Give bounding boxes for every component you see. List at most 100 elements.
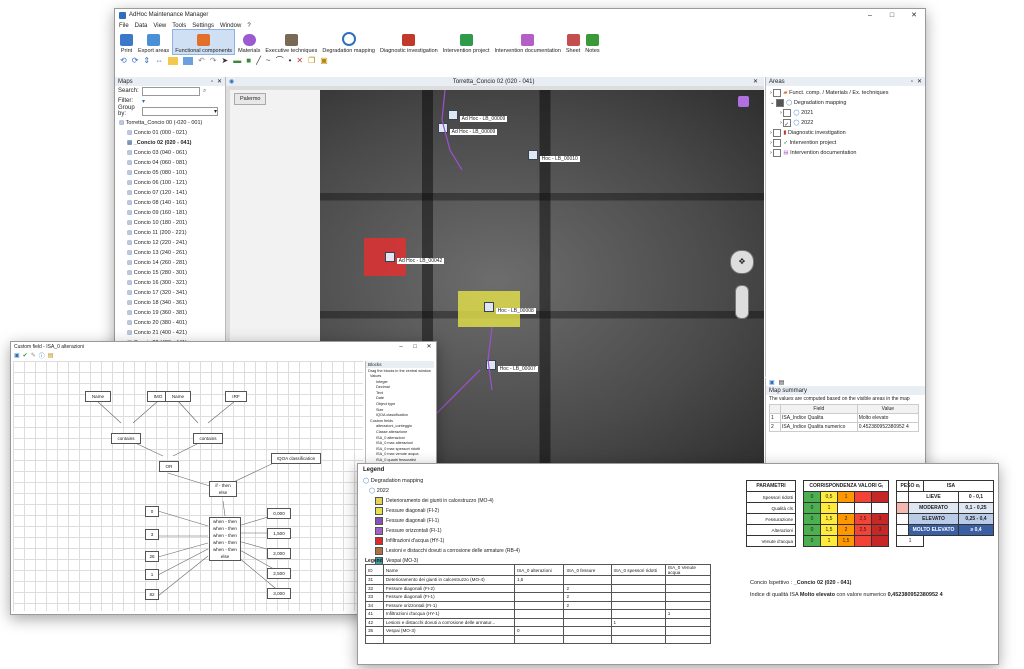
areas-item-degradation[interactable]: ⌄ ◯ Degradation mapping <box>770 98 921 108</box>
panel-close-icon[interactable]: ✕ <box>917 78 922 85</box>
map-list-item[interactable]: ▨ Concio 06 (100 - 121) <box>119 178 225 188</box>
map-layers-icon[interactable] <box>738 96 749 107</box>
node-irf[interactable]: IRF <box>225 391 247 402</box>
print-button[interactable]: Print <box>118 30 135 54</box>
map-list-item[interactable]: ▨ Concio 17 (320 - 341) <box>119 288 225 298</box>
node-left-value[interactable]: 26 <box>145 551 159 562</box>
close-button[interactable]: ✕ <box>422 343 436 350</box>
summary-tab-icon[interactable]: ▤ <box>779 379 785 386</box>
areas-item-2022[interactable]: › ✓ ◯ 2022 <box>770 118 921 128</box>
save-icon[interactable]: ▣ <box>14 352 20 359</box>
map-list-item[interactable]: ▨ Concio 11 (200 - 221) <box>119 228 225 238</box>
search-input[interactable] <box>142 86 200 96</box>
point-icon[interactable]: • <box>289 56 292 65</box>
node-right-value[interactable]: 2,500 <box>267 568 291 579</box>
map-list-item[interactable]: ▨ Concio 15 (280 - 301) <box>119 268 225 278</box>
maximize-button[interactable]: □ <box>881 12 903 19</box>
areas-item-intervention-doc[interactable]: › ▤ Intervention documentation <box>770 148 921 158</box>
areas-item-functional[interactable]: › ▰ Funct. comp. / Materials / Ex. techn… <box>770 88 921 98</box>
notes-button[interactable]: Notes <box>583 30 601 54</box>
intervention-documentation-button[interactable]: Intervention documentation <box>493 30 563 54</box>
map-list-item[interactable]: ▨ Torretta_Concio 00 (-020 - 001) <box>119 118 225 128</box>
block-canvas[interactable]: Name IMO Name IRF contains contains OR I… <box>13 361 363 611</box>
summary-row[interactable]: 2 ISA_Indice Qualita numerico 0.4523809523… <box>769 422 920 432</box>
doc-icon[interactable]: ▤ <box>48 352 54 359</box>
undo-icon[interactable]: ↶ <box>198 56 205 65</box>
node-iqoa[interactable]: IQOA classification <box>271 453 321 464</box>
sheet-button[interactable]: Sheet <box>564 30 582 54</box>
freehand-icon[interactable]: ~ <box>266 56 271 65</box>
panel-float-icon[interactable]: ▫ <box>211 79 213 85</box>
node-left-value[interactable]: 82 <box>145 589 159 600</box>
paste-icon[interactable]: ▣ <box>320 56 328 65</box>
node-when-stack[interactable]: when - then when - then when - then when… <box>209 517 241 561</box>
map-list-item[interactable]: ▨ _Concio 02 (020 - 041) <box>119 138 225 148</box>
pan-control[interactable]: ✥ <box>730 250 754 274</box>
map-tab-close-icon[interactable]: ✕ <box>753 78 758 85</box>
copy-icon[interactable]: ❐ <box>308 56 315 65</box>
info-icon[interactable]: ⓘ <box>39 351 45 360</box>
delete-icon[interactable]: ✕ <box>296 56 303 65</box>
functional-components-button[interactable]: Functional components <box>172 29 236 55</box>
map-list-item[interactable]: ▨ Concio 03 (040 - 061) <box>119 148 225 158</box>
areas-item-diagnostic[interactable]: › ▮ Diagnostic investigation <box>770 128 921 138</box>
menu-settings[interactable]: Settings <box>192 23 214 29</box>
node-contains-1[interactable]: contains <box>111 433 141 444</box>
zoom-control[interactable] <box>735 285 749 319</box>
node-right-value[interactable]: 0,000 <box>267 508 291 519</box>
node-left-value[interactable]: 0 <box>145 506 159 517</box>
fit-vertical-icon[interactable]: ⇕ <box>143 56 150 65</box>
menu-file[interactable]: File <box>119 23 129 29</box>
node-contains-2[interactable]: contains <box>193 433 223 444</box>
line-icon[interactable]: ╱ <box>256 56 261 65</box>
rectangle-icon[interactable]: ■ <box>246 56 251 65</box>
minimize-button[interactable]: – <box>394 344 408 350</box>
node-left-value[interactable]: 1 <box>145 569 159 580</box>
map-list-item[interactable]: ▨ Concio 18 (340 - 361) <box>119 298 225 308</box>
search-icon[interactable]: ⌕ <box>203 88 206 95</box>
map-list-item[interactable]: ▨ Concio 04 (060 - 081) <box>119 158 225 168</box>
check-icon[interactable]: ✔ <box>23 352 28 359</box>
map-list-item[interactable]: ▨ Concio 01 (000 - 021) <box>119 128 225 138</box>
node-if-then[interactable]: if - then else <box>209 481 237 497</box>
map-list-item[interactable]: ▨ Concio 21 (400 - 421) <box>119 328 225 338</box>
layer-icon[interactable] <box>168 56 179 65</box>
panel-float-icon[interactable]: ▫ <box>911 79 913 85</box>
redo-icon[interactable]: ↷ <box>210 56 217 65</box>
node-right-value[interactable]: 3,000 <box>267 588 291 599</box>
groupby-select[interactable]: ▾ <box>142 106 218 116</box>
map-list-item[interactable]: ▨ Concio 16 (300 - 321) <box>119 278 225 288</box>
areas-item-2021[interactable]: › ◯ 2021 <box>770 108 921 118</box>
area-icon[interactable]: ▬ <box>233 56 241 65</box>
node-name-2[interactable]: Name <box>165 391 191 402</box>
degradation-mapping-button[interactable]: Degradation mapping <box>320 30 377 54</box>
frame-icon[interactable] <box>183 56 194 65</box>
fit-horizontal-icon[interactable]: ⇔ <box>155 56 163 65</box>
node-right-value[interactable]: 2,000 <box>267 548 291 559</box>
diagnostic-investigation-button[interactable]: Diagnostic investigation <box>378 30 440 54</box>
materials-button[interactable]: Materials <box>236 30 262 54</box>
maximize-button[interactable]: □ <box>408 344 422 350</box>
menu-help[interactable]: ? <box>247 23 250 29</box>
map-list-item[interactable]: ▨ Concio 19 (360 - 381) <box>119 308 225 318</box>
minimize-button[interactable]: – <box>859 12 881 19</box>
menu-view[interactable]: View <box>153 23 166 29</box>
areas-item-intervention-project[interactable]: › ➶ Intervention project <box>770 138 921 148</box>
intervention-project-button[interactable]: Intervention project <box>441 30 492 54</box>
node-name-1[interactable]: Name <box>85 391 111 402</box>
node-left-value[interactable]: 3 <box>145 529 159 540</box>
map-list-item[interactable]: ▨ Concio 10 (180 - 201) <box>119 218 225 228</box>
rotate-right-icon[interactable]: ⟳ <box>132 56 139 65</box>
node-right-value[interactable]: 1,500 <box>267 528 291 539</box>
node-or[interactable]: OR <box>159 461 179 472</box>
tool-icon[interactable]: ✎ <box>31 352 36 359</box>
filter-icon[interactable]: ▾ <box>142 98 145 105</box>
export-areas-button[interactable]: Export areas <box>136 30 171 54</box>
menu-data[interactable]: Data <box>135 23 148 29</box>
map-tab-title[interactable]: Torretta_Concio 02 (020 - 041) <box>234 79 753 85</box>
menu-tools[interactable]: Tools <box>172 23 186 29</box>
panel-close-icon[interactable]: ✕ <box>217 78 222 85</box>
rotate-left-icon[interactable]: ⟲ <box>120 56 127 65</box>
map-list-item[interactable]: ▨ Concio 14 (260 - 281) <box>119 258 225 268</box>
map-list-item[interactable]: ▨ Concio 07 (120 - 141) <box>119 188 225 198</box>
